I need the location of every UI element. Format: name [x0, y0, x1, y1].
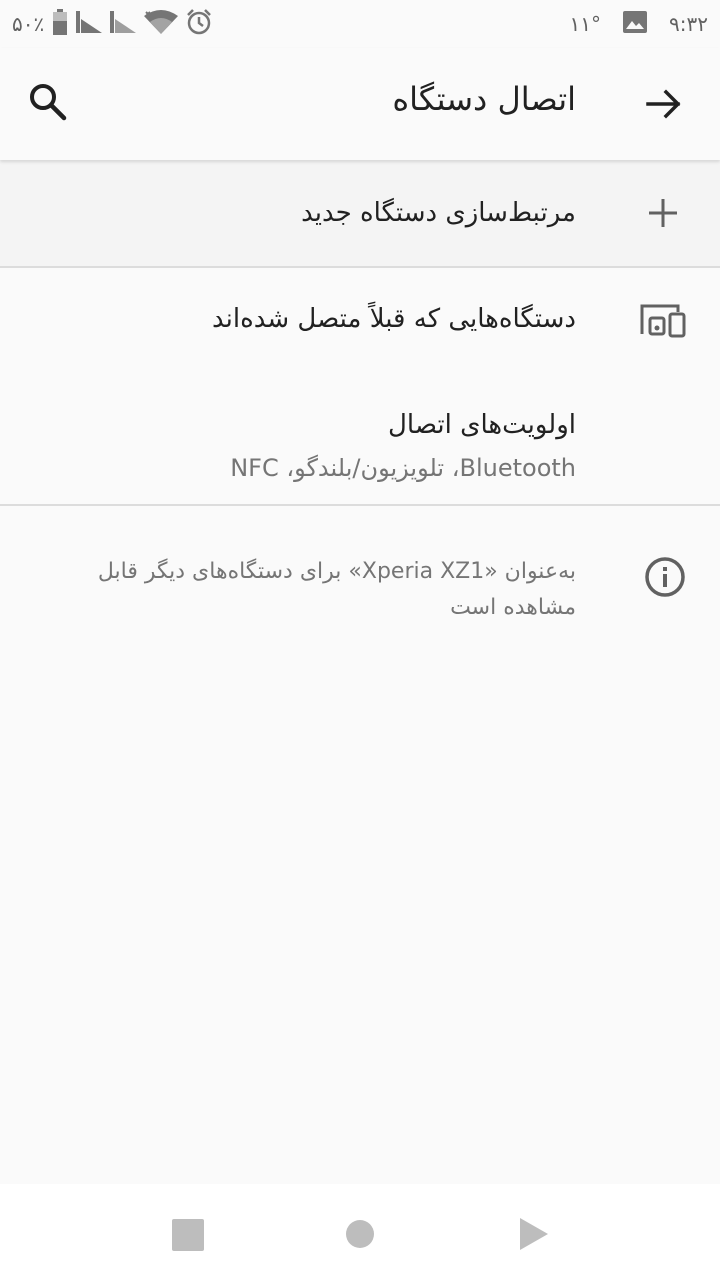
recents-button[interactable] [172, 1219, 204, 1255]
status-bar-right: ۱۱° ۹:۳۲ [570, 8, 708, 40]
pair-new-device-section: مرتبط‌سازی دستگاه جدید [0, 160, 720, 268]
square-icon [172, 1219, 204, 1251]
back-button[interactable] [644, 84, 684, 124]
clock: ۹:۳۲ [669, 12, 708, 36]
previously-connected-label: دستگاه‌هایی که قبلاً متصل شده‌اند [212, 304, 576, 334]
signal-icon [76, 11, 103, 37]
triangle-back-icon [520, 1218, 548, 1250]
wifi-icon [144, 10, 179, 38]
connection-preferences-summary: Bluetooth، تلویزیون/بلندگو، NFC [230, 454, 576, 482]
status-bar-left: ۵۰٪ [12, 8, 212, 40]
devices-icon [640, 304, 686, 342]
signal-icon [110, 11, 137, 37]
search-button[interactable] [26, 80, 70, 124]
app-toolbar: اتصال دستگاه [0, 48, 720, 160]
pair-new-device-label: مرتبط‌سازی دستگاه جدید [301, 198, 576, 228]
navigation-bar [0, 1184, 720, 1280]
connection-preferences-title: اولویت‌های اتصال [388, 410, 576, 440]
image-icon [623, 11, 648, 37]
battery-icon [52, 9, 68, 39]
circle-icon [346, 1220, 374, 1248]
previously-connected-item[interactable]: دستگاه‌هایی که قبلاً متصل شده‌اند [0, 268, 720, 376]
plus-icon [648, 198, 678, 232]
visibility-info-text: به‌عنوان «Xperia XZ1» برای دستگاه‌های دی… [97, 559, 576, 620]
settings-list: مرتبط‌سازی دستگاه جدید دستگاه‌هایی که قب… [0, 160, 720, 506]
info-icon [644, 556, 686, 602]
search-icon [30, 84, 67, 121]
pair-new-device-item[interactable]: مرتبط‌سازی دستگاه جدید [0, 160, 720, 266]
temperature: ۱۱° [569, 12, 602, 36]
back-nav-button[interactable] [518, 1217, 550, 1255]
arrow-forward-icon [646, 89, 681, 119]
alarm-icon [186, 9, 212, 39]
battery-percent: ۵۰٪ [12, 12, 45, 36]
connection-preferences-item[interactable]: اولویت‌های اتصال Bluetooth، تلویزیون/بلن… [0, 376, 720, 506]
home-button[interactable] [345, 1219, 375, 1253]
page-title: اتصال دستگاه [392, 80, 576, 118]
status-bar: ۵۰٪ ۱۱° ۹:۳۲ [0, 0, 720, 48]
